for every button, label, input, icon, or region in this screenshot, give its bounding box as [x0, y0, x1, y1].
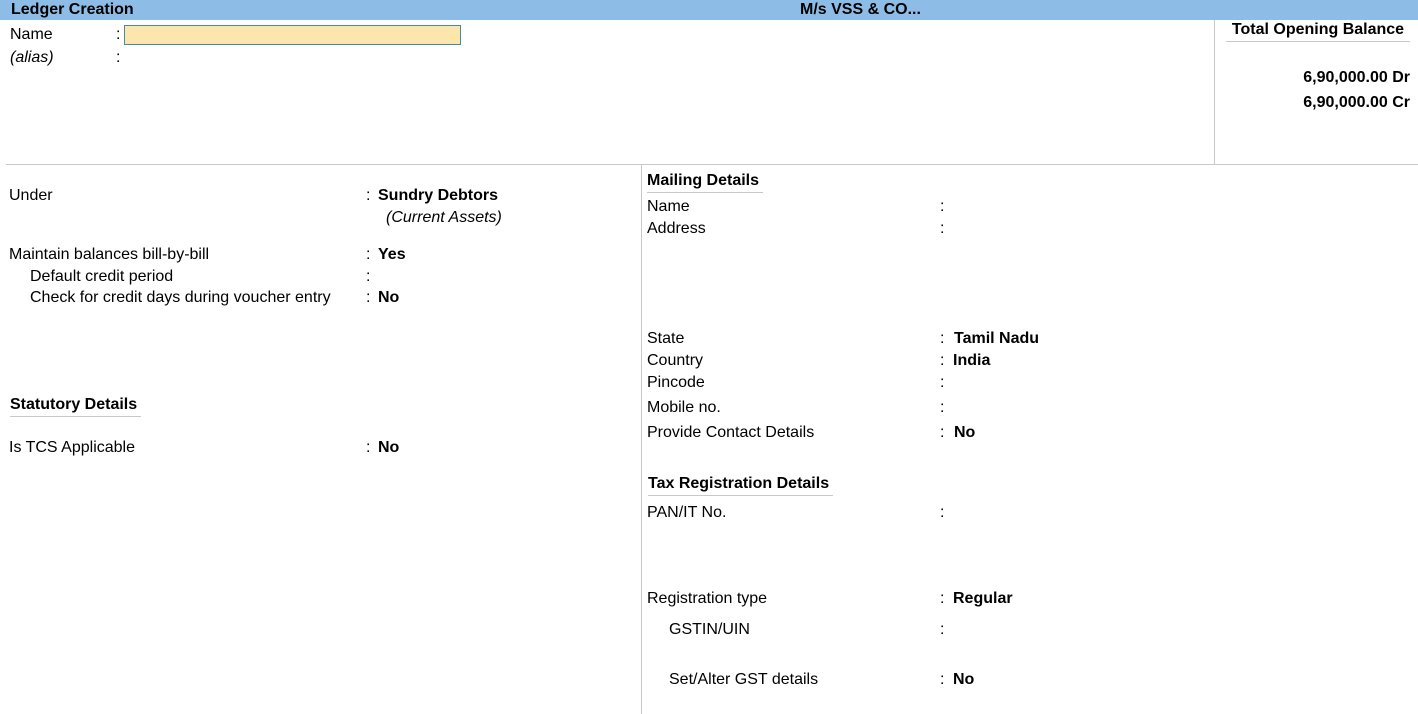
check-credit-days-label: Check for credit days during voucher ent… — [30, 289, 331, 306]
address-value[interactable] — [953, 220, 1253, 238]
pincode-separator: : — [940, 374, 945, 391]
credit-period-label: Default credit period — [30, 268, 174, 285]
mailing-name-label: Name — [647, 198, 690, 215]
mobile-label: Mobile no. — [647, 399, 721, 416]
company-name: M/s VSS & CO... — [800, 1, 921, 18]
address-separator: : — [940, 220, 945, 237]
alias-separator: : — [116, 49, 121, 66]
gst-details-value[interactable]: No — [953, 671, 974, 689]
tcs-applicable-label: Is TCS Applicable — [9, 439, 135, 456]
country-label: Country — [647, 352, 704, 369]
mailing-name-separator: : — [940, 198, 945, 215]
mailing-name-value[interactable] — [953, 198, 1253, 216]
opening-balance-title: Total Opening Balance — [1226, 21, 1410, 42]
header-divider — [6, 164, 1418, 165]
registration-type-value[interactable]: Regular — [953, 590, 1013, 608]
state-separator: : — [940, 330, 945, 347]
gstin-separator: : — [940, 621, 945, 638]
gst-details-separator: : — [940, 671, 945, 688]
contact-details-value[interactable]: No — [954, 424, 975, 442]
check-credit-days-separator: : — [366, 289, 371, 306]
gstin-label: GSTIN/UIN — [669, 621, 750, 638]
balance-panel-divider — [1214, 20, 1215, 164]
name-input[interactable] — [124, 25, 461, 45]
opening-balance-debit: 6,90,000.00 Dr — [1303, 69, 1410, 86]
gst-details-label: Set/Alter GST details — [669, 671, 819, 688]
credit-period-separator: : — [366, 268, 371, 285]
tax-registration-title: Tax Registration Details — [648, 475, 834, 496]
contact-details-label: Provide Contact Details — [647, 424, 815, 441]
bill-by-bill-label: Maintain balances bill-by-bill — [9, 246, 210, 263]
screen-title: Ledger Creation — [11, 1, 134, 18]
bill-by-bill-value[interactable]: Yes — [378, 246, 406, 264]
address-label: Address — [647, 220, 706, 237]
under-parent-group: (Current Assets) — [386, 209, 502, 226]
mobile-value[interactable] — [953, 399, 1153, 417]
pan-separator: : — [940, 504, 945, 521]
tcs-applicable-separator: : — [366, 439, 371, 456]
alias-input[interactable] — [124, 49, 461, 67]
pincode-label: Pincode — [647, 374, 705, 391]
tcs-applicable-value[interactable]: No — [378, 439, 399, 457]
country-value[interactable]: India — [953, 352, 990, 370]
registration-type-label: Registration type — [647, 590, 768, 607]
mailing-details-title: Mailing Details — [647, 172, 764, 193]
pan-value[interactable] — [953, 504, 1153, 522]
country-separator: : — [940, 352, 945, 369]
alias-label: (alias) — [10, 49, 54, 66]
contact-details-separator: : — [940, 424, 945, 441]
state-value[interactable]: Tamil Nadu — [954, 330, 1039, 348]
under-value[interactable]: Sundry Debtors — [378, 187, 498, 205]
bill-by-bill-separator: : — [366, 246, 371, 263]
under-separator: : — [366, 187, 371, 204]
mobile-separator: : — [940, 399, 945, 416]
name-separator: : — [116, 26, 121, 43]
column-divider — [641, 165, 642, 714]
title-bar: Ledger Creation M/s VSS & CO... — [0, 0, 1418, 20]
name-label: Name — [10, 26, 53, 43]
state-label: State — [647, 330, 685, 347]
under-label: Under — [9, 187, 53, 204]
gstin-value[interactable] — [953, 621, 1153, 639]
credit-period-value[interactable] — [378, 268, 578, 286]
pan-label: PAN/IT No. — [647, 504, 727, 521]
pincode-value[interactable] — [953, 374, 1153, 392]
statutory-details-title: Statutory Details — [10, 396, 142, 417]
opening-balance-credit: 6,90,000.00 Cr — [1303, 94, 1410, 111]
check-credit-days-value[interactable]: No — [378, 289, 399, 307]
registration-type-separator: : — [940, 590, 945, 607]
